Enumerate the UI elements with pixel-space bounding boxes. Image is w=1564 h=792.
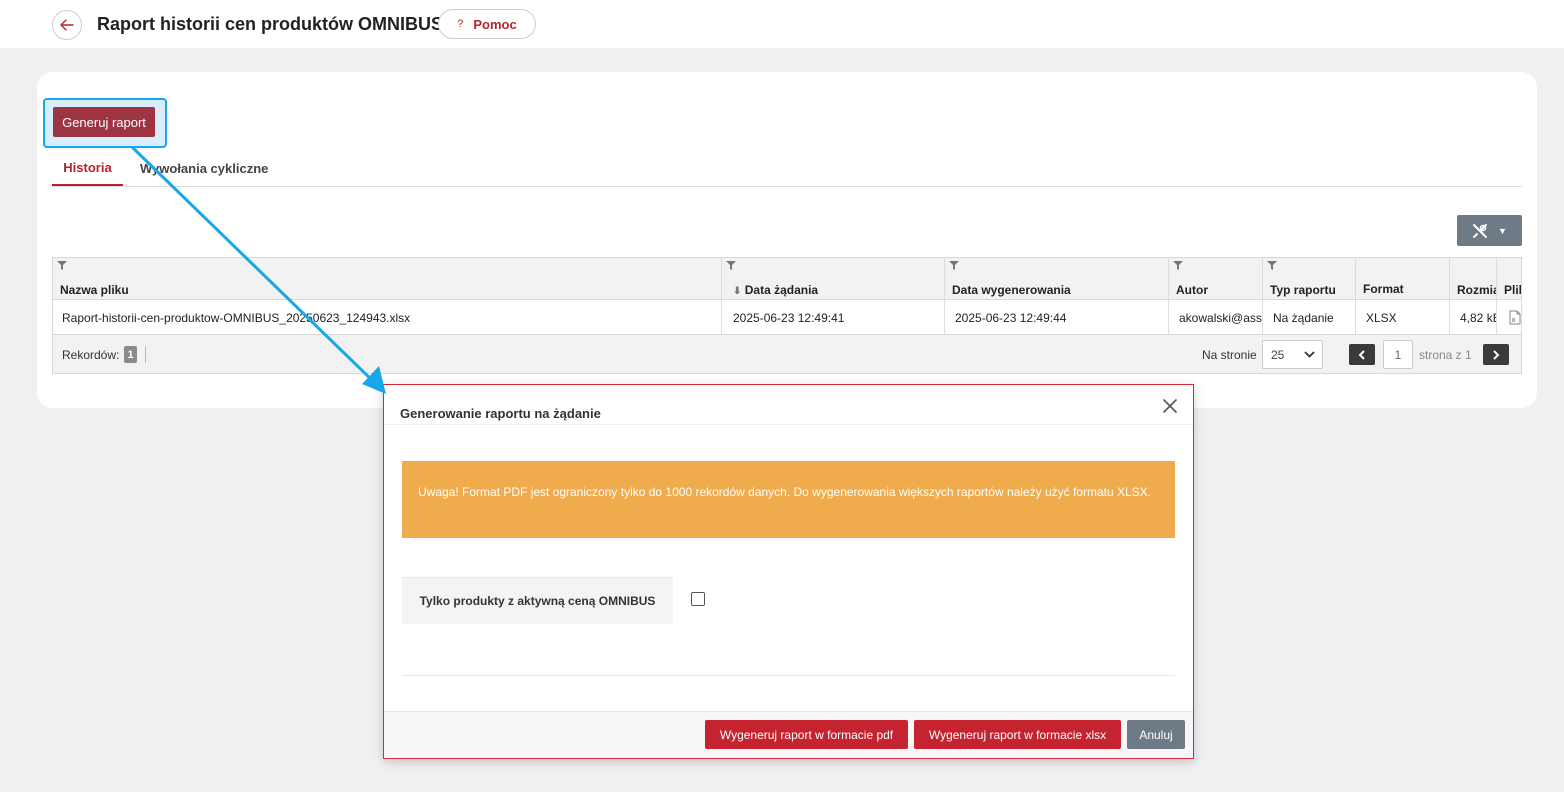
sort-desc-icon: ⬇ [733, 286, 742, 297]
modal-divider [402, 675, 1175, 676]
modal-footer: Wygeneruj raport w formacie pdf Wygeneru… [384, 711, 1193, 758]
filter-icon[interactable] [1267, 261, 1277, 270]
filter-icon[interactable] [949, 261, 959, 270]
page-number-input[interactable]: 1 [1383, 340, 1413, 369]
cell-author: akowalski@assecobs.pl [1169, 300, 1263, 335]
per-page-select[interactable]: 25 [1262, 340, 1323, 369]
footer-separator [145, 346, 146, 363]
caret-down-icon: ▼ [1498, 225, 1507, 236]
filter-icon[interactable] [1173, 261, 1183, 270]
column-header-author[interactable]: Autor [1169, 258, 1263, 300]
back-button[interactable] [52, 10, 82, 40]
modal-header: Generowanie raportu na żądanie [384, 385, 1193, 425]
generate-report-modal: Generowanie raportu na żądanie Uwaga! Fo… [383, 384, 1194, 759]
column-header-file[interactable]: Plik [1497, 258, 1521, 300]
chevron-left-icon [1358, 349, 1365, 360]
tabs: Historia Wywołania cykliczne [52, 150, 1522, 187]
table-footer: Rekordów: 1 Na stronie 25 1 strona z 1 [53, 335, 1521, 373]
tab-cyclic-calls[interactable]: Wywołania cykliczne [140, 150, 268, 186]
records-label: Rekordów: [62, 348, 120, 362]
column-header-generated-date[interactable]: Data wygenerowania [945, 258, 1169, 300]
filter-icon[interactable] [726, 261, 736, 270]
close-icon [1163, 399, 1177, 413]
close-button[interactable] [1159, 395, 1181, 417]
help-button-label: Pomoc [473, 16, 517, 32]
file-xlsx-icon[interactable] [1509, 310, 1521, 325]
chevron-down-icon [1304, 351, 1315, 358]
column-header-request-date[interactable]: ⬇ Data żądania [722, 258, 945, 300]
generate-report-button[interactable]: Generuj raport [53, 107, 155, 137]
generate-xlsx-button[interactable]: Wygeneruj raport w formacie xlsx [914, 720, 1121, 749]
cell-size: 4,82 kB [1450, 300, 1497, 335]
tools-icon [1473, 223, 1488, 238]
column-header-file-name[interactable]: Nazwa pliku [53, 258, 722, 300]
question-icon: ? [457, 18, 464, 30]
column-header-report-type[interactable]: Typ raportu [1263, 258, 1356, 300]
column-header-size[interactable]: Rozmiar [1450, 258, 1497, 300]
cell-generated-date: 2025-06-23 12:49:44 [945, 300, 1169, 335]
next-page-button[interactable] [1483, 344, 1509, 365]
table-row[interactable]: Raport-historii-cen-produktow-OMNIBUS_20… [53, 300, 1521, 335]
chevron-right-icon [1493, 349, 1500, 360]
records-count-badge: 1 [124, 346, 137, 363]
cancel-button[interactable]: Anuluj [1127, 720, 1185, 749]
help-button[interactable]: ? Pomoc [438, 9, 536, 39]
modal-title: Generowanie raportu na żądanie [400, 406, 601, 421]
cell-request-date: 2025-06-23 12:49:41 [722, 300, 945, 335]
cell-file[interactable] [1497, 300, 1521, 335]
cell-report-type: Na żądanie [1263, 300, 1356, 335]
top-bar: Raport historii cen produktów OMNIBUS ? … [0, 0, 1564, 48]
cell-file-name: Raport-historii-cen-produktow-OMNIBUS_20… [53, 300, 722, 335]
pdf-limit-alert: Uwaga! Format PDF jest ograniczony tylko… [402, 461, 1175, 538]
arrow-left-icon [60, 19, 74, 31]
page-title: Raport historii cen produktów OMNIBUS [97, 14, 444, 34]
cell-format: XLSX [1356, 300, 1450, 335]
generate-pdf-button[interactable]: Wygeneruj raport w formacie pdf [705, 720, 908, 749]
table-header: Nazwa pliku ⬇ Data żądania Data wygenero… [53, 258, 1521, 300]
tab-historia[interactable]: Historia [52, 150, 123, 186]
page-of-label: strona z 1 [1419, 348, 1472, 362]
table-tools-button[interactable]: ▼ [1457, 215, 1522, 246]
prev-page-button[interactable] [1349, 344, 1375, 365]
filter-icon[interactable] [57, 261, 67, 270]
active-omnibus-option-label: Tylko produkty z aktywną ceną OMNIBUS [402, 577, 673, 624]
history-table: Nazwa pliku ⬇ Data żądania Data wygenero… [52, 257, 1522, 374]
column-header-format[interactable]: Format [1356, 258, 1450, 300]
active-omnibus-checkbox[interactable] [691, 592, 705, 606]
per-page-label: Na stronie [1202, 348, 1257, 362]
